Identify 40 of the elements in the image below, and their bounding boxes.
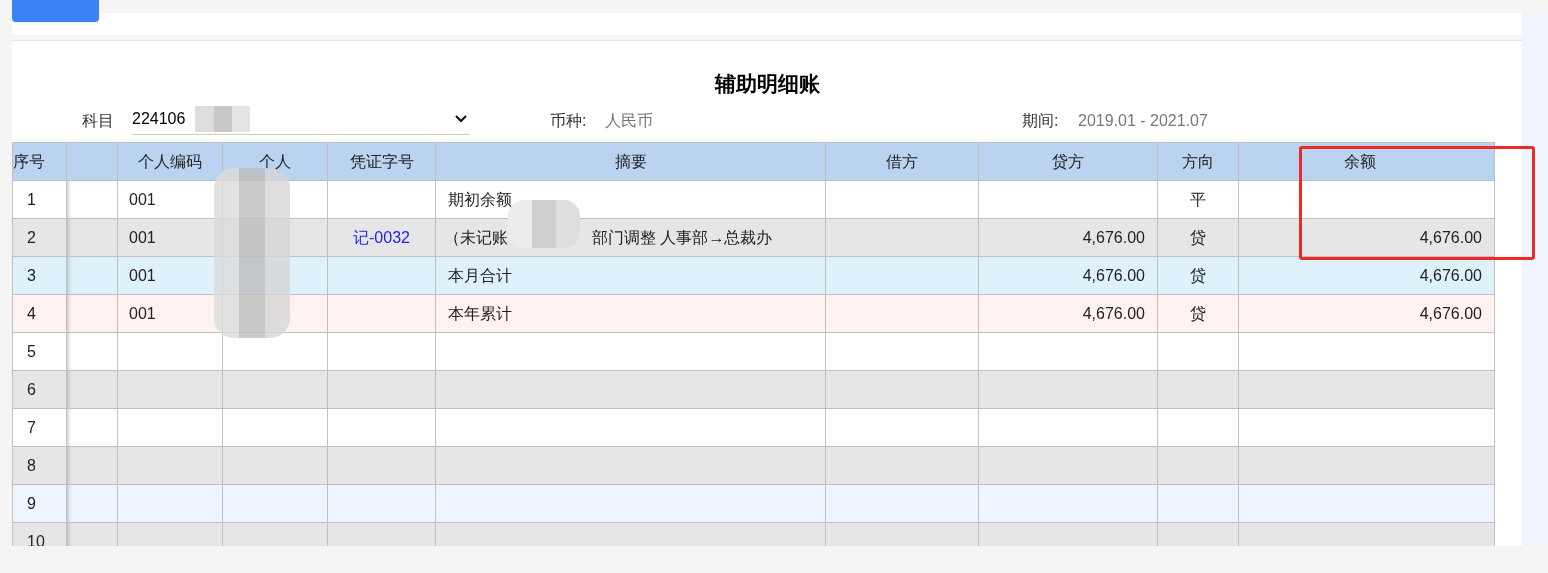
table-cell: 本年累计 bbox=[435, 294, 826, 333]
table-cell: 5 bbox=[12, 332, 67, 371]
summary-text: （未记账 bbox=[444, 228, 508, 246]
currency-value: 人民币 bbox=[605, 111, 653, 131]
blur-patch bbox=[195, 105, 251, 132]
table-cell: 7 bbox=[12, 408, 67, 447]
table-cell: 4,676.00 bbox=[1238, 218, 1495, 257]
currency-label: 币种: bbox=[550, 111, 587, 131]
table-cell: 本月合计 bbox=[435, 256, 826, 295]
table-cell: 6 bbox=[12, 370, 67, 409]
table-cell: 9 bbox=[12, 484, 67, 523]
table-cell: 4 bbox=[12, 294, 67, 333]
column-header: 借方 bbox=[825, 142, 979, 181]
column-header: 摘要 bbox=[435, 142, 826, 181]
summary-text: 部门调整 人事部→总裁办 bbox=[592, 228, 773, 246]
table-cell: 贷 bbox=[1157, 256, 1239, 295]
table-cell: 4,676.00 bbox=[1238, 294, 1495, 333]
table-cell: 4,676.00 bbox=[978, 294, 1158, 333]
column-header: 序号 bbox=[12, 142, 67, 181]
tab-indicator[interactable] bbox=[12, 0, 99, 22]
page-title: 辅助明细账 bbox=[714, 70, 820, 97]
table-cell: 3 bbox=[12, 256, 67, 295]
period-value: 2019.01 - 2021.07 bbox=[1078, 111, 1208, 131]
table-cell: 2 bbox=[12, 218, 67, 257]
table-cell: 贷 bbox=[1157, 218, 1239, 257]
subject-select[interactable]: 224106 bbox=[132, 103, 470, 135]
chevron-down-icon bbox=[454, 113, 468, 124]
table-cell: 4,676.00 bbox=[978, 218, 1158, 257]
table-cell: 1 bbox=[12, 180, 67, 219]
table-cell: 平 bbox=[1157, 180, 1239, 219]
table-cell: 10 bbox=[12, 522, 67, 546]
table-cell: 4,676.00 bbox=[978, 256, 1158, 295]
column-header: 方向 bbox=[1157, 142, 1239, 181]
column-header: 余额 bbox=[1238, 142, 1495, 181]
column-header: 凭证字号 bbox=[327, 142, 436, 181]
table-cell: 贷 bbox=[1157, 294, 1239, 333]
period-label: 期间: bbox=[1022, 111, 1059, 131]
table-cell: 8 bbox=[12, 446, 67, 485]
column-header: 贷方 bbox=[978, 142, 1158, 181]
subject-label: 科目 bbox=[82, 111, 114, 131]
